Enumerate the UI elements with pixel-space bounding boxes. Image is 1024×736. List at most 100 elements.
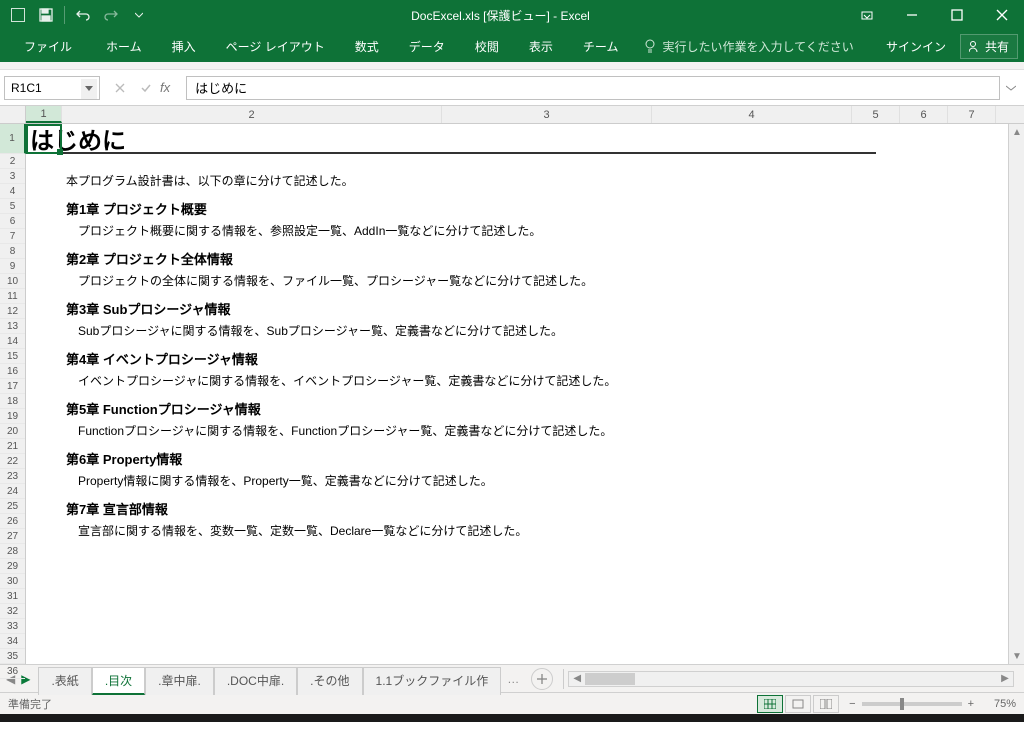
tab-file[interactable]: ファイル bbox=[6, 30, 90, 62]
scroll-left-icon[interactable]: ◀ bbox=[569, 671, 585, 687]
tell-me-search[interactable]: 実行したい作業を入力してください bbox=[634, 38, 863, 55]
minimize-icon[interactable] bbox=[889, 0, 934, 30]
row-header[interactable]: 3 bbox=[0, 169, 25, 184]
tab-insert[interactable]: 挿入 bbox=[158, 30, 210, 62]
close-icon[interactable] bbox=[979, 0, 1024, 30]
zoom-percent[interactable]: 75% bbox=[980, 698, 1016, 710]
view-normal-icon[interactable] bbox=[757, 695, 783, 713]
row-header[interactable]: 35 bbox=[0, 649, 25, 664]
row-header[interactable]: 12 bbox=[0, 304, 25, 319]
tab-view[interactable]: 表示 bbox=[515, 30, 567, 62]
row-header[interactable]: 5 bbox=[0, 199, 25, 214]
name-box[interactable]: R1C1 bbox=[4, 76, 100, 100]
horizontal-scrollbar[interactable]: ◀ ▶ bbox=[568, 671, 1014, 687]
row-header[interactable]: 31 bbox=[0, 589, 25, 604]
scroll-thumb[interactable] bbox=[585, 673, 635, 685]
row-header[interactable]: 22 bbox=[0, 454, 25, 469]
row-header[interactable]: 19 bbox=[0, 409, 25, 424]
row-header[interactable]: 32 bbox=[0, 604, 25, 619]
scroll-right-icon[interactable]: ▶ bbox=[997, 671, 1013, 687]
tab-pagelayout[interactable]: ページ レイアウト bbox=[212, 30, 339, 62]
row-header[interactable]: 21 bbox=[0, 439, 25, 454]
row-header[interactable]: 24 bbox=[0, 484, 25, 499]
sheet-tab[interactable]: 1.1ブックファイル作 bbox=[363, 667, 502, 695]
name-box-dropdown-icon[interactable] bbox=[81, 79, 97, 99]
row-header[interactable]: 25 bbox=[0, 499, 25, 514]
enter-formula-icon[interactable] bbox=[134, 76, 158, 100]
col-header[interactable]: 7 bbox=[948, 106, 996, 123]
share-button[interactable]: 共有 bbox=[960, 34, 1018, 59]
undo-icon[interactable] bbox=[71, 3, 95, 27]
scroll-down-icon[interactable]: ▼ bbox=[1009, 648, 1024, 664]
row-header[interactable]: 33 bbox=[0, 619, 25, 634]
row-header[interactable]: 20 bbox=[0, 424, 25, 439]
sheet-tab[interactable]: .章中扉. bbox=[145, 667, 214, 695]
chapter-title: 第7章 宣言部情報 bbox=[66, 499, 876, 518]
row-header[interactable]: 6 bbox=[0, 214, 25, 229]
save-icon[interactable] bbox=[34, 3, 58, 27]
tab-review[interactable]: 校閲 bbox=[461, 30, 513, 62]
row-header[interactable]: 15 bbox=[0, 349, 25, 364]
row-header[interactable]: 18 bbox=[0, 394, 25, 409]
new-sheet-button[interactable] bbox=[531, 668, 553, 690]
sheet-tab[interactable]: .その他 bbox=[297, 667, 362, 695]
zoom-in-button[interactable]: + bbox=[968, 698, 974, 710]
maximize-icon[interactable] bbox=[934, 0, 979, 30]
redo-icon[interactable] bbox=[99, 3, 123, 27]
row-header[interactable]: 2 bbox=[0, 154, 25, 169]
zoom-knob[interactable] bbox=[900, 698, 904, 710]
sheet-tab[interactable]: .目次 bbox=[92, 667, 145, 695]
row-header[interactable]: 7 bbox=[0, 229, 25, 244]
row-header[interactable]: 4 bbox=[0, 184, 25, 199]
vertical-scrollbar[interactable]: ▲ ▼ bbox=[1008, 124, 1024, 664]
signin-link[interactable]: サインイン bbox=[874, 38, 958, 55]
col-header[interactable]: 5 bbox=[852, 106, 900, 123]
tab-team[interactable]: チーム bbox=[569, 30, 633, 62]
tab-data[interactable]: データ bbox=[395, 30, 459, 62]
ribbon-options-icon[interactable] bbox=[844, 0, 889, 30]
zoom-out-button[interactable]: − bbox=[849, 698, 855, 710]
scroll-track[interactable] bbox=[585, 672, 997, 686]
lightbulb-icon bbox=[644, 39, 656, 53]
zoom-slider[interactable] bbox=[862, 702, 962, 706]
row-header[interactable]: 27 bbox=[0, 529, 25, 544]
expand-formula-icon[interactable] bbox=[1002, 76, 1020, 100]
row-header[interactable]: 30 bbox=[0, 574, 25, 589]
row-header[interactable]: 13 bbox=[0, 319, 25, 334]
cells-area[interactable]: はじめに 本プログラム設計書は、以下の章に分けて記述した。 第1章 プロジェクト… bbox=[26, 124, 1024, 664]
row-header[interactable]: 36 bbox=[0, 664, 25, 679]
row-header[interactable]: 8 bbox=[0, 244, 25, 259]
row-header[interactable]: 23 bbox=[0, 469, 25, 484]
row-header[interactable]: 9 bbox=[0, 259, 25, 274]
row-header[interactable]: 34 bbox=[0, 634, 25, 649]
row-header[interactable]: 17 bbox=[0, 379, 25, 394]
window-title: DocExcel.xls [保護ビュー] - Excel bbox=[157, 7, 844, 24]
sheet-tab[interactable]: .表紙 bbox=[38, 667, 91, 695]
col-header[interactable]: 3 bbox=[442, 106, 652, 123]
row-header[interactable]: 10 bbox=[0, 274, 25, 289]
sheet-more-icon[interactable]: … bbox=[501, 668, 525, 690]
taskbar bbox=[0, 714, 1024, 722]
cancel-formula-icon[interactable] bbox=[108, 76, 132, 100]
excel-icon[interactable] bbox=[6, 3, 30, 27]
col-header[interactable]: 4 bbox=[652, 106, 852, 123]
row-header[interactable]: 1 bbox=[0, 124, 26, 154]
row-header[interactable]: 28 bbox=[0, 544, 25, 559]
tab-formulas[interactable]: 数式 bbox=[341, 30, 393, 62]
view-pagebreak-icon[interactable] bbox=[813, 695, 839, 713]
fx-icon[interactable]: fx bbox=[160, 80, 170, 95]
scroll-up-icon[interactable]: ▲ bbox=[1009, 124, 1024, 140]
sheet-tab[interactable]: .DOC中扉. bbox=[214, 667, 297, 695]
row-header[interactable]: 14 bbox=[0, 334, 25, 349]
col-header[interactable]: 6 bbox=[900, 106, 948, 123]
select-all-corner[interactable] bbox=[0, 106, 26, 123]
view-pagelayout-icon[interactable] bbox=[785, 695, 811, 713]
row-header[interactable]: 11 bbox=[0, 289, 25, 304]
tab-home[interactable]: ホーム bbox=[92, 30, 156, 62]
worksheet-grid[interactable]: 1234567891011121314151617181920212223242… bbox=[0, 124, 1024, 664]
qat-dropdown-icon[interactable] bbox=[127, 3, 151, 27]
row-header[interactable]: 16 bbox=[0, 364, 25, 379]
formula-input[interactable]: はじめに bbox=[186, 76, 1000, 100]
row-header[interactable]: 26 bbox=[0, 514, 25, 529]
row-header[interactable]: 29 bbox=[0, 559, 25, 574]
